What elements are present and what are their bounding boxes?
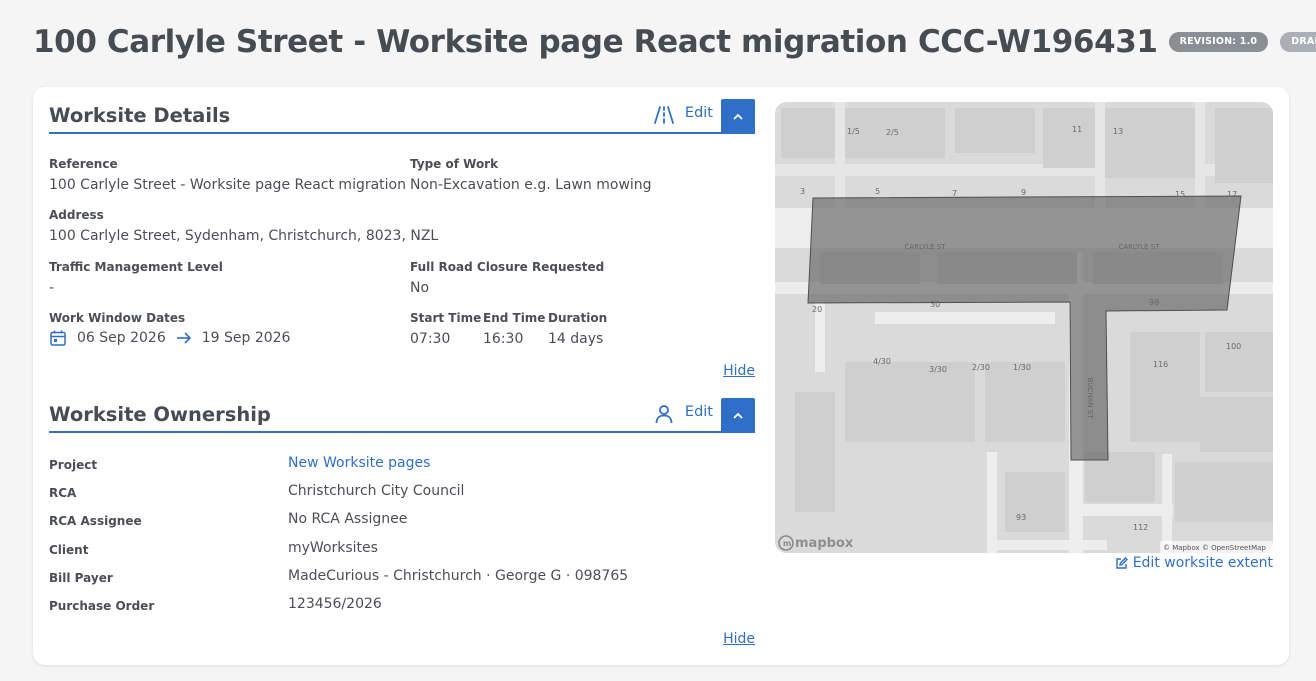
map-house-number: 2/5 [886,128,899,137]
status-badge: DRAFT [1280,32,1316,52]
end-date: 19 Sep 2026 [201,330,291,346]
edit-worksite-extent-link[interactable]: Edit worksite extent [1115,555,1273,571]
arrow-right-icon [176,331,192,345]
map-house-number: 11 [1072,125,1082,134]
map-house-number: 5 [875,187,880,196]
map-house-number: 20 [812,305,822,314]
ownership-label: Bill Payer [49,571,113,585]
worksite-ownership-header: Worksite Ownership Edit [49,398,755,433]
map-house-number: 100 [1226,342,1241,351]
ownership-label: Client [49,543,89,557]
map-house-number: 2/30 [972,363,990,372]
tm-level-label: Traffic Management Level [49,260,223,274]
end-time-value: 16:30 [483,331,524,347]
map-attribution[interactable]: © Mapbox © OpenStreetMap [1163,544,1266,552]
map-house-number: 1/5 [847,127,860,136]
map-house-number: 98 [1149,298,1159,307]
mapbox-logo-text: mapbox [795,536,854,551]
edit-worksite-extent-label: Edit worksite extent [1132,555,1273,571]
calendar-icon [49,329,67,347]
map-house-number: 9 [1021,188,1026,197]
map-street-label: CARLYLE ST [1118,243,1160,251]
map-house-number: 112 [1133,523,1148,532]
road-closure-field: Full Road Closure Requested No [410,259,604,297]
map-house-number: 93 [1016,513,1026,522]
ownership-label: RCA [49,486,77,500]
end-time-field: End Time 16:30 [483,310,545,348]
work-window-dates: 06 Sep 2026 19 Sep 2026 [49,329,290,347]
ownership-value: MadeCurious - Christchurch · George G · … [288,568,629,584]
edit-ownership-link[interactable]: Edit [685,404,713,420]
worksite-map[interactable]: CARLYLE ST CARLYLE ST BUCHAN ST 1/5 2/5 … [775,102,1273,553]
address-field: Address 100 Carlyle Street, Sydenham, Ch… [49,207,438,245]
chevron-up-icon [733,113,743,120]
start-time-label: Start Time [410,311,482,325]
address-label: Address [49,208,104,222]
map-house-number: 7 [952,189,957,198]
type-of-work-label: Type of Work [410,157,499,171]
edit-details-link[interactable]: Edit [685,105,713,121]
user-icon [653,403,675,425]
ownership-label: Project [49,458,98,472]
road-closure-value: No [410,280,430,296]
edit-icon [1115,556,1128,570]
worksite-details-header: Worksite Details Edit [49,99,755,134]
map-house-number: 4/30 [873,357,891,366]
duration-label: Duration [548,311,608,325]
collapse-ownership-button[interactable] [721,398,755,433]
ownership-value: 123456/2026 [288,596,382,612]
page-title: 100 Carlyle Street - Worksite page React… [33,24,1158,60]
duration-value: 14 days [548,331,604,347]
mapbox-logo: m mapbox [778,535,854,551]
road-icon [653,104,675,126]
map-house-number: 30 [930,300,940,309]
worksite-ownership-title: Worksite Ownership [49,403,271,426]
work-window-field: Work Window Dates 06 Sep 2026 19 Sep 202… [49,310,290,347]
map-street-label: CARLYLE ST [904,243,946,251]
map-house-number: 3 [800,187,805,196]
duration-field: Duration 14 days [548,310,607,348]
end-time-label: End Time [483,311,546,325]
project-link[interactable]: New Worksite pages [288,455,430,471]
collapse-details-button[interactable] [721,99,755,134]
type-of-work-field: Type of Work Non-Excavation e.g. Lawn mo… [410,156,652,194]
tm-level-value: - [49,280,55,296]
start-time-field: Start Time 07:30 [410,310,481,348]
work-window-label: Work Window Dates [49,311,186,325]
worksite-card: Worksite Details Edit Reference 100 Carl… [33,87,1289,665]
start-time-value: 07:30 [410,331,451,347]
ownership-value: myWorksites [288,540,378,556]
ownership-value: Christchurch City Council [288,483,465,499]
reference-field: Reference 100 Carlyle Street - Worksite … [49,156,406,194]
chevron-up-icon [733,412,743,419]
map-house-number: 3/30 [929,365,947,374]
map-house-number: 1/30 [1013,363,1031,372]
map-house-number: 17 [1227,190,1237,199]
revision-badge: REVISION: 1.0 [1168,32,1269,52]
reference-label: Reference [49,157,118,171]
page-header: 100 Carlyle Street - Worksite page React… [33,22,1316,62]
ownership-label: RCA Assignee [49,514,142,528]
tm-level-field: Traffic Management Level - [49,259,223,297]
ownership-label: Purchase Order [49,599,155,613]
reference-value: 100 Carlyle Street - Worksite page React… [49,177,406,193]
map-house-number: 116 [1153,360,1168,369]
map-house-number: 13 [1113,127,1123,136]
address-value: 100 Carlyle Street, Sydenham, Christchur… [49,228,439,244]
ownership-value: No RCA Assignee [288,511,408,527]
type-of-work-value: Non-Excavation e.g. Lawn mowing [410,177,652,193]
hide-details-link[interactable]: Hide [723,363,755,379]
map-house-number: 15 [1175,190,1185,199]
map-street-label: BUCHAN ST [1086,377,1094,419]
start-date: 06 Sep 2026 [77,330,166,346]
road-closure-label: Full Road Closure Requested [410,260,605,274]
worksite-details-title: Worksite Details [49,104,231,127]
hide-ownership-link[interactable]: Hide [723,631,755,647]
svg-text:m: m [783,539,791,548]
